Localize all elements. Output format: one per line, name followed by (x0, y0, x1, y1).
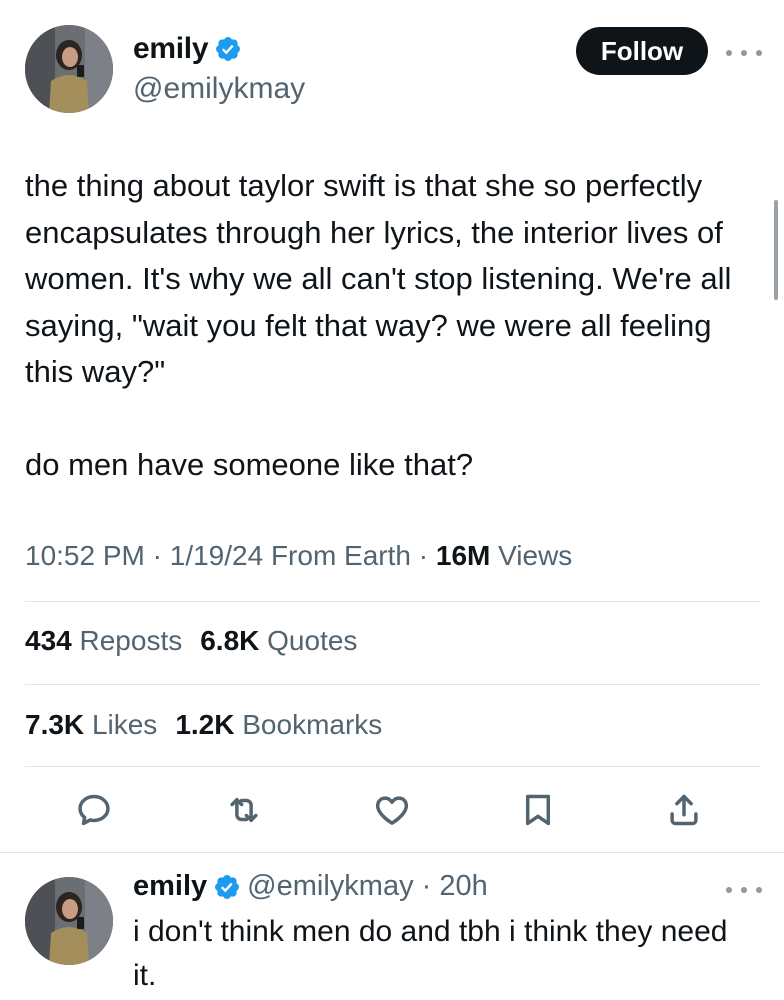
reply-display-name[interactable]: emily (133, 870, 207, 903)
section-divider (0, 852, 784, 853)
stats-row-likes-bookmarks: 7.3K Likes 1.2K Bookmarks (25, 709, 382, 741)
reply-more-options-icon[interactable] (726, 883, 762, 897)
likes-count: 7.3K (25, 709, 85, 740)
reply-icon[interactable] (72, 788, 116, 832)
views-label: Views (490, 540, 573, 571)
stats-row-reposts-quotes: 434 Reposts 6.8K Quotes (25, 625, 357, 657)
divider (25, 684, 760, 685)
reposts-stat[interactable]: 434 Reposts (25, 625, 182, 656)
author-name-row[interactable]: emily (133, 32, 242, 66)
tweet-text: the thing about taylor swift is that she… (25, 168, 732, 482)
quotes-label: Quotes (267, 625, 358, 656)
verified-badge-icon[interactable] (214, 35, 242, 63)
author-handle[interactable]: @emilykmay (133, 72, 305, 106)
bookmarks-stat[interactable]: 1.2K Bookmarks (175, 709, 382, 740)
reposts-label: Reposts (79, 625, 183, 656)
reply-author-avatar[interactable] (25, 877, 113, 965)
avatar-photo (25, 25, 113, 113)
scrollbar[interactable] (774, 200, 778, 300)
divider (25, 766, 760, 767)
tweet-date[interactable]: 1/19/24 (170, 540, 263, 571)
tweet-time[interactable]: 10:52 PM (25, 540, 145, 571)
repost-icon[interactable] (222, 788, 266, 832)
tweet-source: From Earth (263, 540, 411, 571)
likes-label: Likes (91, 709, 158, 740)
author-display-name[interactable]: emily (133, 32, 209, 66)
meta-separator: · (144, 540, 170, 571)
like-icon[interactable] (370, 788, 414, 832)
more-options-icon[interactable] (726, 46, 762, 60)
meta-separator: · (410, 540, 436, 571)
tweet-meta: 10:52 PM · 1/19/24 From Earth · 16M View… (25, 540, 572, 572)
divider (25, 601, 760, 602)
share-icon[interactable] (662, 788, 706, 832)
bookmarks-label: Bookmarks (242, 709, 383, 740)
follow-button[interactable]: Follow (576, 27, 708, 75)
reply-header: emily @emilykmay · 20h (133, 870, 488, 903)
likes-stat[interactable]: 7.3K Likes (25, 709, 157, 740)
verified-badge-icon[interactable] (213, 873, 241, 901)
quotes-count: 6.8K (200, 625, 260, 656)
reply-text: i don't think men do and tbh i think the… (133, 915, 728, 992)
quotes-stat[interactable]: 6.8K Quotes (200, 625, 357, 656)
bookmark-icon[interactable] (516, 788, 560, 832)
reply-handle-time[interactable]: @emilykmay · 20h (247, 870, 488, 903)
author-avatar[interactable] (25, 25, 113, 113)
reposts-count: 434 (25, 625, 72, 656)
avatar-photo (25, 877, 113, 965)
views-count: 16M (435, 540, 491, 571)
bookmarks-count: 1.2K (175, 709, 235, 740)
